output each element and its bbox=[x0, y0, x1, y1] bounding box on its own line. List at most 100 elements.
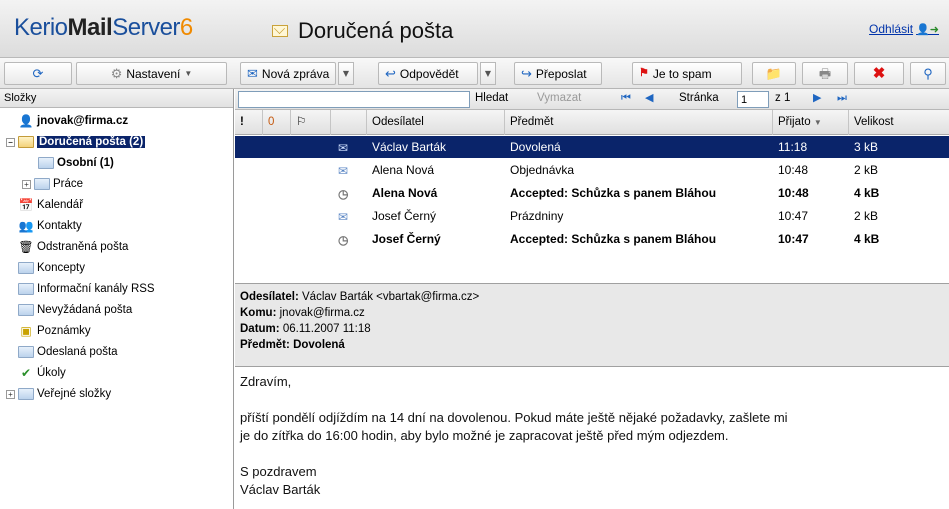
junk-label: Nevyžádaná pošta bbox=[37, 304, 133, 316]
expand-icon[interactable]: + bbox=[6, 389, 15, 399]
chevron-down-icon: ▼ bbox=[184, 69, 193, 78]
tasks-icon: ✔ bbox=[20, 366, 32, 380]
column-priority[interactable]: ! bbox=[235, 110, 263, 135]
sidebar-item-rss[interactable]: Informační kanály RSS bbox=[18, 279, 155, 299]
folder-icon bbox=[18, 136, 34, 148]
date-value: 06.11.2007 11:18 bbox=[282, 323, 371, 335]
brand-mail: Mail bbox=[67, 14, 113, 41]
folder-icon bbox=[18, 262, 34, 274]
logout-link[interactable]: Odhlásit 👤➜ bbox=[869, 22, 939, 36]
column-size[interactable]: Velikost bbox=[849, 110, 949, 135]
sidebar-item-personal[interactable]: Osobní (1) bbox=[38, 153, 114, 173]
message-row[interactable]: ✉ Václav Barták Dovolená 11:18 3 kB bbox=[235, 136, 949, 158]
sidebar-item-sent[interactable]: Odeslaná pošta bbox=[18, 342, 118, 362]
logout-label[interactable]: Odhlásit bbox=[869, 22, 913, 36]
search-bar: Hledat Vymazat ⏮ ◀ Stránka z 1 ▶ ⏭ bbox=[235, 89, 949, 110]
message-row[interactable]: ◷ Josef Černý Accepted: Schůzka s panem … bbox=[235, 228, 949, 250]
to-value: jnovak@firma.cz bbox=[279, 307, 365, 319]
folder-icon bbox=[18, 283, 34, 295]
toolbar: ⟳ ⚙ Nastavení ▼ ✉ Nová zpráva ▼ ↩ Odpově… bbox=[0, 58, 949, 89]
forward-icon: ↪ bbox=[521, 66, 532, 81]
subject-value: Dovolená bbox=[293, 339, 345, 351]
forward-button[interactable]: ↪ Přeposlat bbox=[514, 62, 602, 85]
next-page-icon[interactable]: ▶ bbox=[813, 91, 821, 104]
print-button[interactable]: 🖶 bbox=[802, 62, 848, 85]
sidebar-item-deleted[interactable]: 🗑 Odstraněná pošta bbox=[18, 237, 128, 257]
sidebar-item-contacts[interactable]: 👥 Kontakty bbox=[18, 216, 82, 236]
search-input[interactable] bbox=[238, 91, 470, 108]
trash-icon: 🗑 bbox=[18, 240, 34, 254]
message-sender: Alena Nová bbox=[372, 186, 438, 200]
message-size: 2 kB bbox=[854, 163, 879, 177]
clear-search-button[interactable]: Vymazat bbox=[537, 92, 581, 104]
column-subject[interactable]: Předmět bbox=[505, 110, 773, 135]
calendar-label: Kalendář bbox=[37, 199, 84, 211]
last-page-icon[interactable]: ⏭ bbox=[837, 91, 847, 105]
spam-icon: ⚑ bbox=[639, 67, 649, 79]
reply-label: Odpovědět bbox=[399, 66, 459, 81]
read-mail-icon: ✉ bbox=[338, 164, 349, 178]
previous-page-icon[interactable]: ◀ bbox=[645, 91, 653, 104]
search-button[interactable]: ⚲ bbox=[910, 62, 946, 85]
sidebar-item-tasks[interactable]: ✔ Úkoly bbox=[18, 363, 66, 383]
page-number-input[interactable] bbox=[737, 91, 769, 108]
move-button[interactable]: 📁 bbox=[752, 62, 796, 85]
account-node[interactable]: 👤 jnovak@firma.cz bbox=[18, 111, 129, 131]
sidebar-item-public[interactable]: + Veřejné složky bbox=[6, 384, 111, 404]
column-flag[interactable]: ⚐ bbox=[291, 110, 331, 135]
message-row[interactable]: ◷ Alena Nová Accepted: Schůzka s panem B… bbox=[235, 182, 949, 204]
forward-label: Přeposlat bbox=[535, 66, 587, 81]
personal-label: Osobní (1) bbox=[57, 157, 114, 169]
search-submit-button[interactable]: Hledat bbox=[475, 92, 508, 104]
envelope-icon bbox=[272, 25, 288, 37]
message-size: 4 kB bbox=[854, 232, 880, 246]
reply-button[interactable]: ↩ Odpovědět bbox=[378, 62, 478, 85]
settings-button[interactable]: ⚙ Nastavení ▼ bbox=[76, 62, 227, 85]
main-pane: Hledat Vymazat ⏮ ◀ Stránka z 1 ▶ ⏭ ! 0 ⚐… bbox=[235, 89, 949, 509]
message-sender: Alena Nová bbox=[372, 163, 435, 177]
calendar-icon: 📅 bbox=[18, 198, 34, 212]
received-label: Přijato bbox=[778, 116, 811, 128]
message-subject: Objednávka bbox=[510, 163, 575, 177]
message-subject: Accepted: Schůzka s panem Bláhou bbox=[510, 186, 717, 200]
sidebar-item-junk[interactable]: Nevyžádaná pošta bbox=[18, 300, 132, 320]
folder-icon bbox=[18, 304, 34, 316]
page-label: Stránka bbox=[679, 92, 719, 104]
work-label: Práce bbox=[53, 178, 84, 190]
delete-button[interactable]: ✖ bbox=[854, 62, 904, 85]
collapse-icon[interactable]: − bbox=[6, 137, 15, 147]
expand-icon[interactable]: + bbox=[22, 179, 31, 189]
column-status[interactable] bbox=[331, 110, 367, 135]
sidebar-item-work[interactable]: + Práce bbox=[22, 174, 83, 194]
new-message-button[interactable]: ✉ Nová zpráva bbox=[240, 62, 336, 85]
sidebar-item-calendar[interactable]: 📅 Kalendář bbox=[18, 195, 84, 215]
column-attachment[interactable]: 0 bbox=[263, 110, 291, 135]
first-page-icon[interactable]: ⏮ bbox=[621, 91, 631, 105]
spam-button[interactable]: ⚑ Je to spam bbox=[632, 62, 742, 85]
column-sender[interactable]: Odesílatel bbox=[367, 110, 505, 135]
sidebar-item-drafts[interactable]: Koncepty bbox=[18, 258, 85, 278]
message-row[interactable]: ✉ Josef Černý Prázdniny 10:47 2 kB bbox=[235, 205, 949, 227]
refresh-button[interactable]: ⟳ bbox=[4, 62, 72, 85]
column-received[interactable]: Přijato ▼ bbox=[773, 110, 849, 135]
preview-from: Odesílatel: Václav Barták <vbartak@firma… bbox=[240, 289, 944, 305]
sidebar-item-inbox[interactable]: − Doručená pošta (2) bbox=[6, 132, 146, 152]
tasks-label: Úkoly bbox=[37, 367, 66, 379]
reply-dropdown[interactable]: ▼ bbox=[480, 62, 496, 85]
new-message-label: Nová zpráva bbox=[261, 66, 330, 81]
message-time: 11:18 bbox=[778, 140, 808, 154]
new-message-dropdown[interactable]: ▼ bbox=[338, 62, 354, 85]
read-mail-icon: ✉ bbox=[338, 210, 349, 224]
sidebar-item-notes[interactable]: ▣ Poznámky bbox=[18, 321, 90, 341]
brand-version: 6 bbox=[179, 14, 193, 41]
print-icon: 🖶 bbox=[818, 66, 832, 81]
message-row[interactable]: ✉ Alena Nová Objednávka 10:48 2 kB bbox=[235, 159, 949, 181]
notes-icon: ▣ bbox=[20, 324, 32, 338]
logout-icon[interactable]: 👤➜ bbox=[916, 23, 939, 36]
message-time: 10:47 bbox=[778, 232, 809, 246]
message-sender: Josef Černý bbox=[372, 209, 437, 223]
public-label: Veřejné složky bbox=[37, 388, 112, 400]
brand-kerio: Kerio bbox=[14, 14, 68, 41]
search-icon: ⚲ bbox=[923, 66, 933, 81]
preview-date: Datum: 06.11.2007 11:18 bbox=[240, 321, 944, 337]
